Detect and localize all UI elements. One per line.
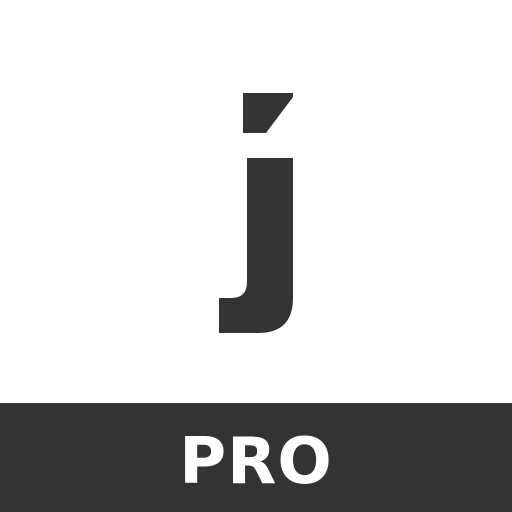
j-stem <box>219 158 293 333</box>
accent-mark <box>243 93 293 133</box>
app-icon: PRO <box>0 0 512 512</box>
j-accent-logo-icon <box>219 93 293 333</box>
pro-label: PRO <box>179 424 333 499</box>
pro-banner: PRO <box>0 403 512 512</box>
